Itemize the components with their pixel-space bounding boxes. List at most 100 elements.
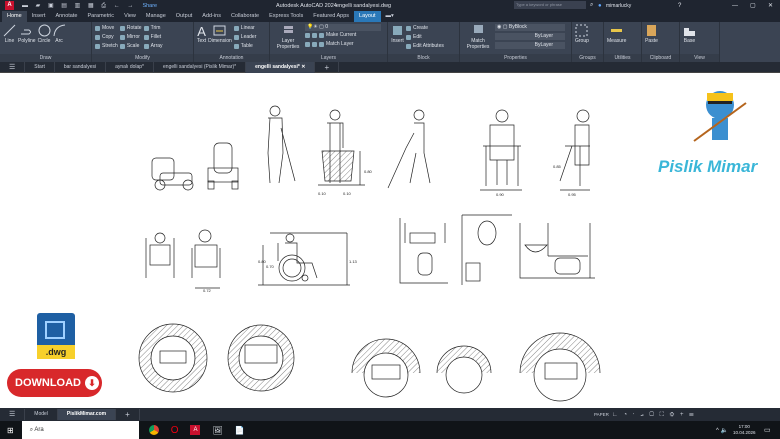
utilities-panel-title[interactable]: Utilities [604,54,641,62]
block-panel-title[interactable]: Block [388,54,459,62]
paper-toggle[interactable]: PAPER [594,412,609,417]
file-tabs: ☰ Start bar sandalyesi aynalı dolap* eng… [0,61,780,73]
opera-icon[interactable]: O [171,425,179,436]
blind-person-figure [267,105,296,184]
tab-manage[interactable]: Manage [141,11,171,22]
search-icon[interactable]: ⌕ [590,2,593,9]
file-tab[interactable]: aynalı dolap* [106,61,155,73]
download-button[interactable]: DOWNLOAD ⬇ [7,369,102,397]
group-button[interactable]: Group [575,24,589,45]
measure-button[interactable]: Measure [607,24,626,45]
fillet-button[interactable]: Fillet [143,33,163,42]
app-icon[interactable]: 🖼 [212,426,222,435]
mirror-button[interactable]: Mirror [119,33,142,42]
tab-express-tools[interactable]: Express Tools [264,11,308,22]
scale-button[interactable]: Scale [119,42,142,51]
new-tab-button[interactable]: + [315,61,340,73]
close-button[interactable]: ✕ [768,2,773,9]
clipboard-panel-title[interactable]: Clipboard [642,54,679,62]
properties-panel-title[interactable]: Properties [460,54,571,62]
volume-icon[interactable]: ^ 🔈 [716,427,728,434]
properties-panel: Match Properties ◉ ▢ ByBlock ByLayer ByL… [460,22,572,62]
color-dropdown[interactable]: ◉ ▢ ByBlock [495,24,565,31]
groups-panel-title[interactable]: Groups [572,54,603,62]
dimension-button[interactable]: Dimension [208,24,232,45]
new-layout-button[interactable]: + [116,409,140,420]
make-current-button[interactable]: Make Current [305,31,381,40]
stretch-button[interactable]: Stretch [95,42,118,51]
insert-button[interactable]: Insert [391,24,404,45]
paste-button[interactable]: Paste [645,24,658,45]
walking-with-cane-figure [387,109,431,189]
dim-label: 0.80 [364,169,373,174]
file-tab-start[interactable]: Start [25,61,55,73]
match-properties-button[interactable]: Match Properties [463,24,493,50]
files-icon[interactable]: 📄 [235,426,245,435]
tab-parametric[interactable]: Parametric [82,11,119,22]
copy-button[interactable]: Copy [95,33,118,42]
windows-start-icon[interactable]: ⊞ [7,426,14,435]
drawing-canvas[interactable]: 0.10 0.80 0.10 0.90 0.95 0.85 0.72 1.13 … [0,73,780,408]
tab-addins[interactable]: Add-ins [197,11,226,22]
circle-button[interactable]: Circle [38,24,51,45]
autocad-taskbar-icon[interactable]: A [190,425,201,435]
autocad-logo[interactable]: A [5,1,14,10]
file-tab-active[interactable]: engelli sandalyesi* ✕ [246,61,316,73]
search-input[interactable]: Type a keyword or phrase [514,1,586,9]
taskbar-search[interactable]: ⌕ Ara [21,421,139,439]
tab-layout[interactable]: Layout [354,11,381,22]
user-name[interactable]: mimarlucky [606,3,631,9]
ribbon-toggle-icon[interactable]: ▬▾ [381,11,399,22]
wheelchair-user-back-view [191,229,221,289]
notification-icon[interactable]: ▭ [764,426,771,434]
tab-layout-pislikmimar[interactable]: PislikMimar.com [57,409,117,420]
user-icon[interactable]: ● [598,3,602,9]
match-layer-button[interactable]: Match Layer [305,40,381,49]
linetype-dropdown[interactable]: ByLayer [495,33,565,40]
tab-model[interactable]: Model [25,409,58,420]
lineweight-dropdown[interactable]: ByLayer [495,42,565,49]
move-button[interactable]: Move [95,24,118,33]
layer-properties-button[interactable]: Layer Properties [273,24,303,50]
tab-collaborate[interactable]: Collaborate [226,11,264,22]
base-button[interactable]: Base [683,24,696,45]
quick-access-toolbar[interactable]: ▬ ▰ ▣ ▤ ▥ ▦ ⎙ ← → [22,2,136,10]
drawing-svg[interactable]: 0.10 0.80 0.10 0.90 0.95 0.85 0.72 1.13 … [0,73,780,408]
share-button[interactable]: Share [142,3,157,9]
help-icon[interactable]: ? [678,3,681,9]
tab-view[interactable]: View [119,11,141,22]
status-tools[interactable]: ∟ ◔ ⸱ ⦟ ▢ ⛶ ⚙ + ☰ [612,410,696,419]
turning-circle-4 [436,345,492,394]
arc-button[interactable]: Arc [53,24,66,45]
arc-label: Arc [55,38,63,44]
edit-block-button[interactable]: Edit [406,33,444,42]
tab-home[interactable]: Home [2,11,27,22]
file-tab[interactable]: bar sandalyesi [55,61,107,73]
trim-button[interactable]: Trim [143,24,163,33]
array-button[interactable]: Array [143,42,163,51]
rotate-button[interactable]: Rotate [119,24,142,33]
line-button[interactable]: Line [3,24,16,45]
maximize-button[interactable]: ▢ [750,2,756,9]
text-button[interactable]: A Text [197,24,206,45]
layout-menu-icon[interactable]: ☰ [0,409,26,420]
tab-insert[interactable]: Insert [27,11,51,22]
linear-button[interactable]: Linear [233,24,257,33]
table-button[interactable]: Table [233,42,257,51]
close-tab-icon[interactable]: ✕ [301,64,305,70]
leader-button[interactable]: Leader [233,33,256,42]
tab-output[interactable]: Output [171,11,198,22]
edit-attributes-button[interactable]: Edit Attributes [406,42,444,51]
create-block-button[interactable]: Create [406,24,444,33]
annotation-panel: A Text Dimension Linear Leader Table Annota… [194,22,270,62]
polyline-button[interactable]: Polyline [18,24,36,45]
tab-featured-apps[interactable]: Featured Apps [308,11,354,22]
tab-annotate[interactable]: Annotate [50,11,82,22]
view-panel-title[interactable]: View [680,54,719,62]
chrome-icon[interactable] [148,425,159,435]
minimize-button[interactable]: — [732,3,738,9]
file-tab[interactable]: engelli sandalyesi (Pislik Mimar)* [154,61,247,73]
file-tabs-menu-icon[interactable]: ☰ [0,61,26,73]
layer-dropdown[interactable]: 💡☀ ▢ 0 [305,24,381,31]
clock[interactable]: 17:00 10.04.2026 [733,424,756,436]
